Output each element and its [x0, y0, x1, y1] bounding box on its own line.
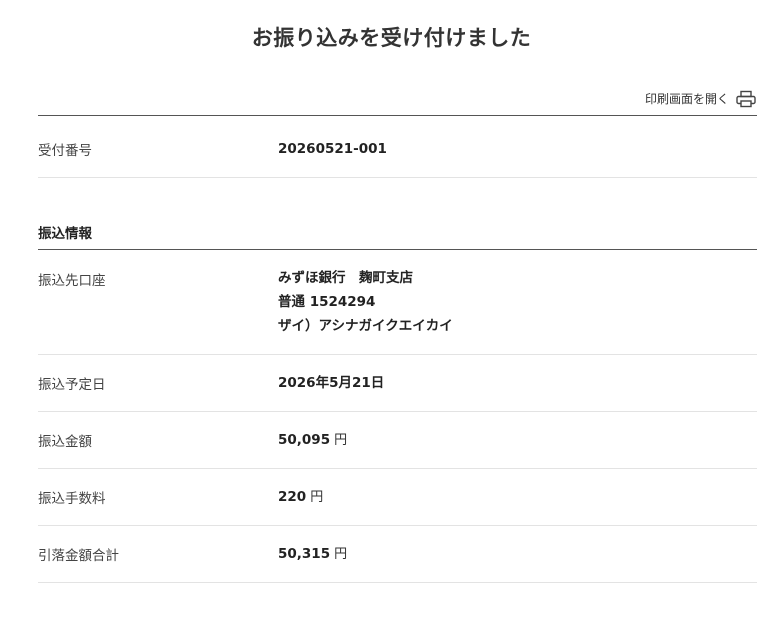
- transfer-fee-label: 振込手数料: [38, 491, 106, 507]
- total-debit-value: 50,315 円: [278, 542, 347, 567]
- transfer-fee-row: 振込手数料 220 円: [38, 469, 757, 526]
- total-debit-row: 引落金額合計 50,315 円: [38, 526, 757, 583]
- transfer-amount-unit: 円: [334, 432, 348, 448]
- receipt-number-value: 20260521-001: [278, 140, 387, 157]
- transfer-amount-value: 50,095 円: [278, 428, 347, 453]
- print-label: 印刷画面を開く: [644, 92, 729, 106]
- receipt-number-row: 受付番号 20260521-001: [38, 120, 757, 178]
- page-title: お振り込みを受け付けました: [251, 26, 532, 50]
- account-label: 振込先口座: [38, 273, 106, 289]
- account-value: みずほ銀行 麹町支店 普通 1524294 ザイ）アシナガイクエイカイ: [278, 266, 453, 354]
- print-bar: 印刷画面を開く: [38, 86, 757, 116]
- account-number: 普通 1524294: [278, 294, 376, 310]
- transfer-date-row: 振込予定日 2026年5月21日: [38, 355, 757, 412]
- transfer-amount-row: 振込金額 50,095 円: [38, 412, 757, 469]
- section-title: 振込情報: [38, 218, 757, 250]
- total-debit-label: 引落金額合計: [38, 548, 119, 564]
- account-holder: ザイ）アシナガイクエイカイ: [278, 318, 453, 334]
- receipt-number-label: 受付番号: [38, 142, 92, 159]
- total-debit-unit: 円: [334, 546, 348, 562]
- transfer-fee-number: 220: [278, 488, 307, 505]
- account-bank: みずほ銀行 麹町支店: [278, 270, 413, 286]
- transfer-fee-value: 220 円: [278, 485, 323, 510]
- print-link[interactable]: 印刷画面を開く: [645, 90, 757, 112]
- transfer-date-value: 2026年5月21日: [278, 375, 385, 391]
- transfer-fee-unit: 円: [310, 489, 324, 505]
- account-row: 振込先口座 みずほ銀行 麹町支店 普通 1524294 ザイ）アシナガイクエイカ…: [38, 256, 757, 355]
- total-debit-number: 50,315: [278, 545, 331, 562]
- transfer-amount-label: 振込金額: [38, 434, 92, 450]
- transfer-amount-number: 50,095: [278, 431, 331, 448]
- transfer-date-label: 振込予定日: [38, 377, 106, 393]
- printer-icon: [735, 90, 757, 108]
